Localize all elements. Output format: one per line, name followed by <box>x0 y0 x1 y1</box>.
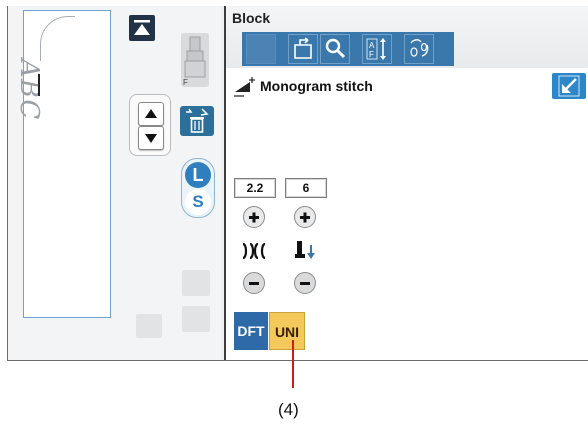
rotate-icon <box>410 39 429 57</box>
text-preview-pane: ABC <box>14 10 111 318</box>
magnify-icon <box>325 38 346 59</box>
length-increase-button[interactable] <box>294 206 316 228</box>
go-to-top-icon <box>134 20 150 35</box>
size-small-button[interactable]: S <box>185 189 211 215</box>
minus-icon <box>249 282 259 285</box>
plus-icon <box>249 212 259 223</box>
disabled-tool-button[interactable] <box>246 34 276 64</box>
text-arc-guide <box>40 16 75 61</box>
svg-text:F: F <box>369 50 374 59</box>
monogram-stitch-icon <box>234 77 255 97</box>
text-cursor <box>38 74 40 96</box>
minus-icon <box>300 282 310 285</box>
open-file-icon <box>294 37 312 59</box>
down-arrow-icon <box>145 134 157 143</box>
size-large-button[interactable]: L <box>185 162 211 188</box>
width-decrease-button[interactable] <box>243 272 265 294</box>
stitch-width-value: 2.2 <box>234 178 276 198</box>
title-bar: Block A F <box>226 6 588 68</box>
presser-foot-button[interactable]: F <box>181 33 209 87</box>
edit-toolbar: A F <box>242 32 454 66</box>
size-toggle: L S <box>181 158 215 218</box>
sewing-machine-screen: ABC F L S Block A F Monogram stitch 2.2 … <box>7 6 588 361</box>
stitch-length-value: 6 <box>285 178 327 198</box>
right-panel: Block A F Monogram stitch 2.2 6 DFT UNI <box>226 6 588 360</box>
stitch-length-icon <box>295 241 315 259</box>
expand-button[interactable] <box>552 73 586 99</box>
stitch-name: Monogram stitch <box>260 78 373 94</box>
disabled-button-2[interactable] <box>182 306 210 332</box>
trash-icon <box>186 108 209 133</box>
dft-button[interactable]: DFT <box>234 312 268 350</box>
mirror-flip-button[interactable]: A F <box>362 34 392 64</box>
delete-button[interactable] <box>180 106 214 136</box>
callout-label: (4) <box>278 400 299 419</box>
rotate-button[interactable] <box>404 34 434 64</box>
magnify-button[interactable] <box>320 34 350 64</box>
go-to-top-button[interactable] <box>129 15 155 41</box>
width-increase-button[interactable] <box>243 206 265 228</box>
left-panel: ABC F L S <box>8 6 221 360</box>
callout-line <box>292 340 294 388</box>
disabled-button-3[interactable] <box>136 314 162 338</box>
scroll-down-button[interactable] <box>138 126 164 150</box>
stitch-width-icon <box>242 242 266 260</box>
disabled-button-1[interactable] <box>182 270 210 296</box>
open-file-button[interactable] <box>288 34 318 64</box>
scroll-up-button[interactable] <box>138 102 164 126</box>
line-scroll-group <box>129 94 171 156</box>
up-arrow-icon <box>145 109 157 118</box>
svg-text:A: A <box>369 41 375 50</box>
stitch-info-row: Monogram stitch <box>226 70 588 103</box>
shrink-arrow-icon <box>558 75 580 97</box>
mirror-flip-icon: A F <box>366 38 386 60</box>
svg-text:F: F <box>183 78 188 87</box>
plus-icon <box>300 212 310 223</box>
length-decrease-button[interactable] <box>294 272 316 294</box>
page-title: Block <box>232 10 271 26</box>
uni-button[interactable]: UNI <box>269 312 305 350</box>
presser-foot-icon: F <box>183 36 206 87</box>
